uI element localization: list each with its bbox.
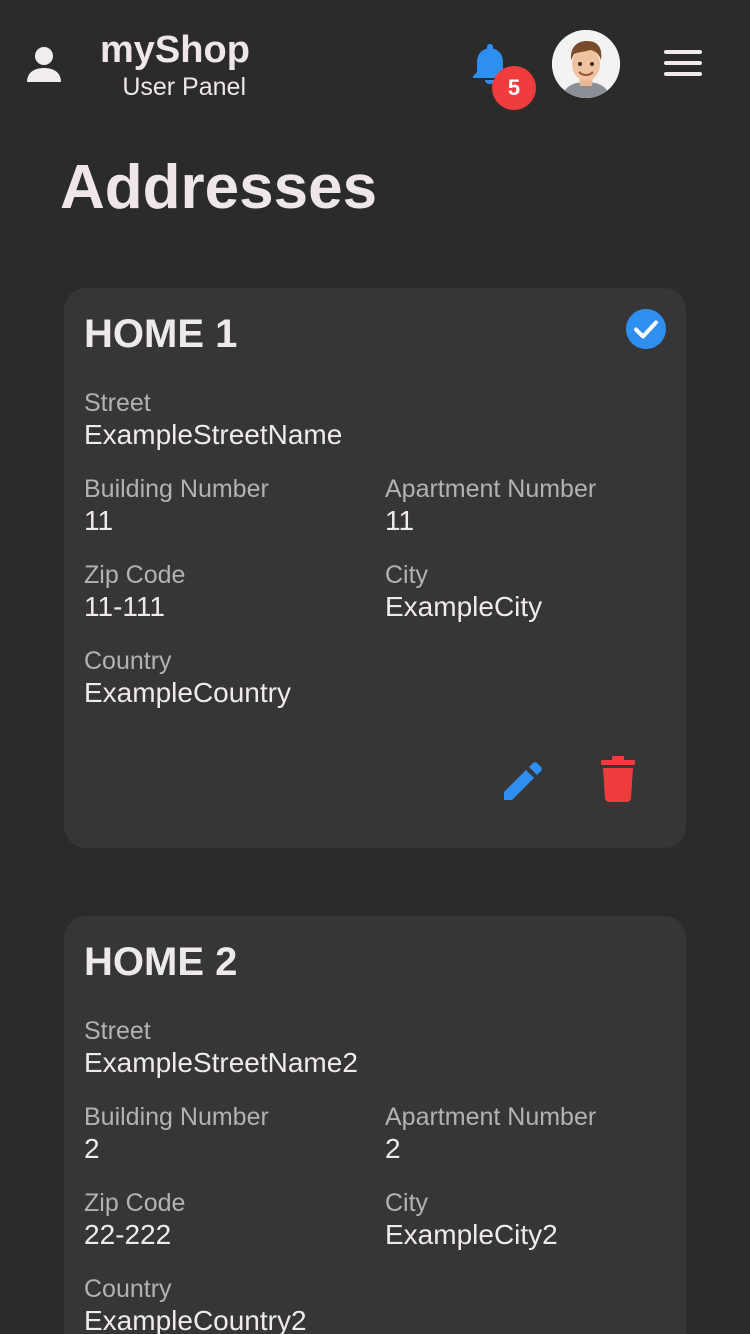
apartment-number-field: Apartment Number 2	[385, 1102, 596, 1166]
city-label: City	[385, 1189, 429, 1217]
building-number-field: Building Number 11	[84, 474, 269, 538]
notification-count-badge[interactable]: 5	[492, 66, 536, 110]
brand: myShop User Panel	[100, 28, 250, 102]
pencil-icon	[504, 762, 542, 800]
country-field: Country ExampleCountry2	[84, 1274, 307, 1334]
city-field: City ExampleCity2	[385, 1188, 558, 1252]
page-title: Addresses	[60, 153, 378, 222]
street-label: Street	[84, 1017, 151, 1045]
street-value: ExampleStreetName	[84, 419, 343, 450]
delete-button[interactable]	[600, 756, 636, 802]
country-field: Country ExampleCountry	[84, 646, 291, 710]
country-label: Country	[84, 647, 172, 675]
building-number-field: Building Number 2	[84, 1102, 269, 1166]
country-value: ExampleCountry	[84, 677, 291, 708]
apartment-number-field: Apartment Number 11	[385, 474, 596, 538]
apartment-number-value: 11	[385, 505, 415, 536]
city-value: ExampleCity2	[385, 1219, 558, 1250]
building-number-value: 11	[84, 505, 114, 536]
menu-line	[664, 50, 702, 54]
city-value: ExampleCity	[385, 591, 543, 622]
zip-code-value: 22-222	[84, 1219, 172, 1250]
zip-code-field: Zip Code 11-111	[84, 560, 185, 624]
building-number-label: Building Number	[84, 475, 269, 503]
hamburger-menu-icon[interactable]	[664, 50, 702, 78]
user-icon[interactable]	[26, 46, 62, 84]
selected-check-icon[interactable]	[626, 309, 666, 349]
zip-code-label: Zip Code	[84, 1189, 186, 1217]
menu-line	[664, 72, 702, 76]
street-field: Street ExampleStreetName	[84, 388, 342, 452]
address-card[interactable]: HOME 1 Street ExampleStreetName Building…	[64, 288, 686, 848]
brand-title: myShop	[100, 29, 250, 71]
street-field: Street ExampleStreetName2	[84, 1016, 358, 1080]
avatar[interactable]	[552, 30, 620, 98]
zip-code-label: Zip Code	[84, 561, 186, 589]
brand-subtitle: User Panel	[122, 73, 246, 101]
zip-code-value: 11-111	[84, 591, 165, 622]
city-field: City ExampleCity	[385, 560, 542, 624]
apartment-number-label: Apartment Number	[385, 1103, 597, 1131]
street-label: Street	[84, 389, 151, 417]
country-label: Country	[84, 1275, 172, 1303]
menu-line	[664, 61, 702, 65]
addresses-page: myShop User Panel 5 Addresses HOME 1 Str…	[0, 0, 750, 1334]
address-name: HOME 1	[84, 312, 238, 356]
apartment-number-value: 2	[385, 1133, 401, 1164]
apartment-number-label: Apartment Number	[385, 475, 597, 503]
zip-code-field: Zip Code 22-222	[84, 1188, 185, 1252]
street-value: ExampleStreetName2	[84, 1047, 358, 1078]
city-label: City	[385, 561, 429, 589]
trash-icon	[601, 756, 635, 802]
avatar-illustration	[552, 30, 620, 98]
edit-button[interactable]	[500, 758, 546, 804]
address-card[interactable]: HOME 2 Street ExampleStreetName2 Buildin…	[64, 916, 686, 1334]
address-name: HOME 2	[84, 940, 238, 984]
app-header: myShop User Panel 5	[0, 0, 750, 130]
building-number-label: Building Number	[84, 1103, 269, 1131]
building-number-value: 2	[84, 1133, 100, 1164]
country-value: ExampleCountry2	[84, 1305, 307, 1334]
